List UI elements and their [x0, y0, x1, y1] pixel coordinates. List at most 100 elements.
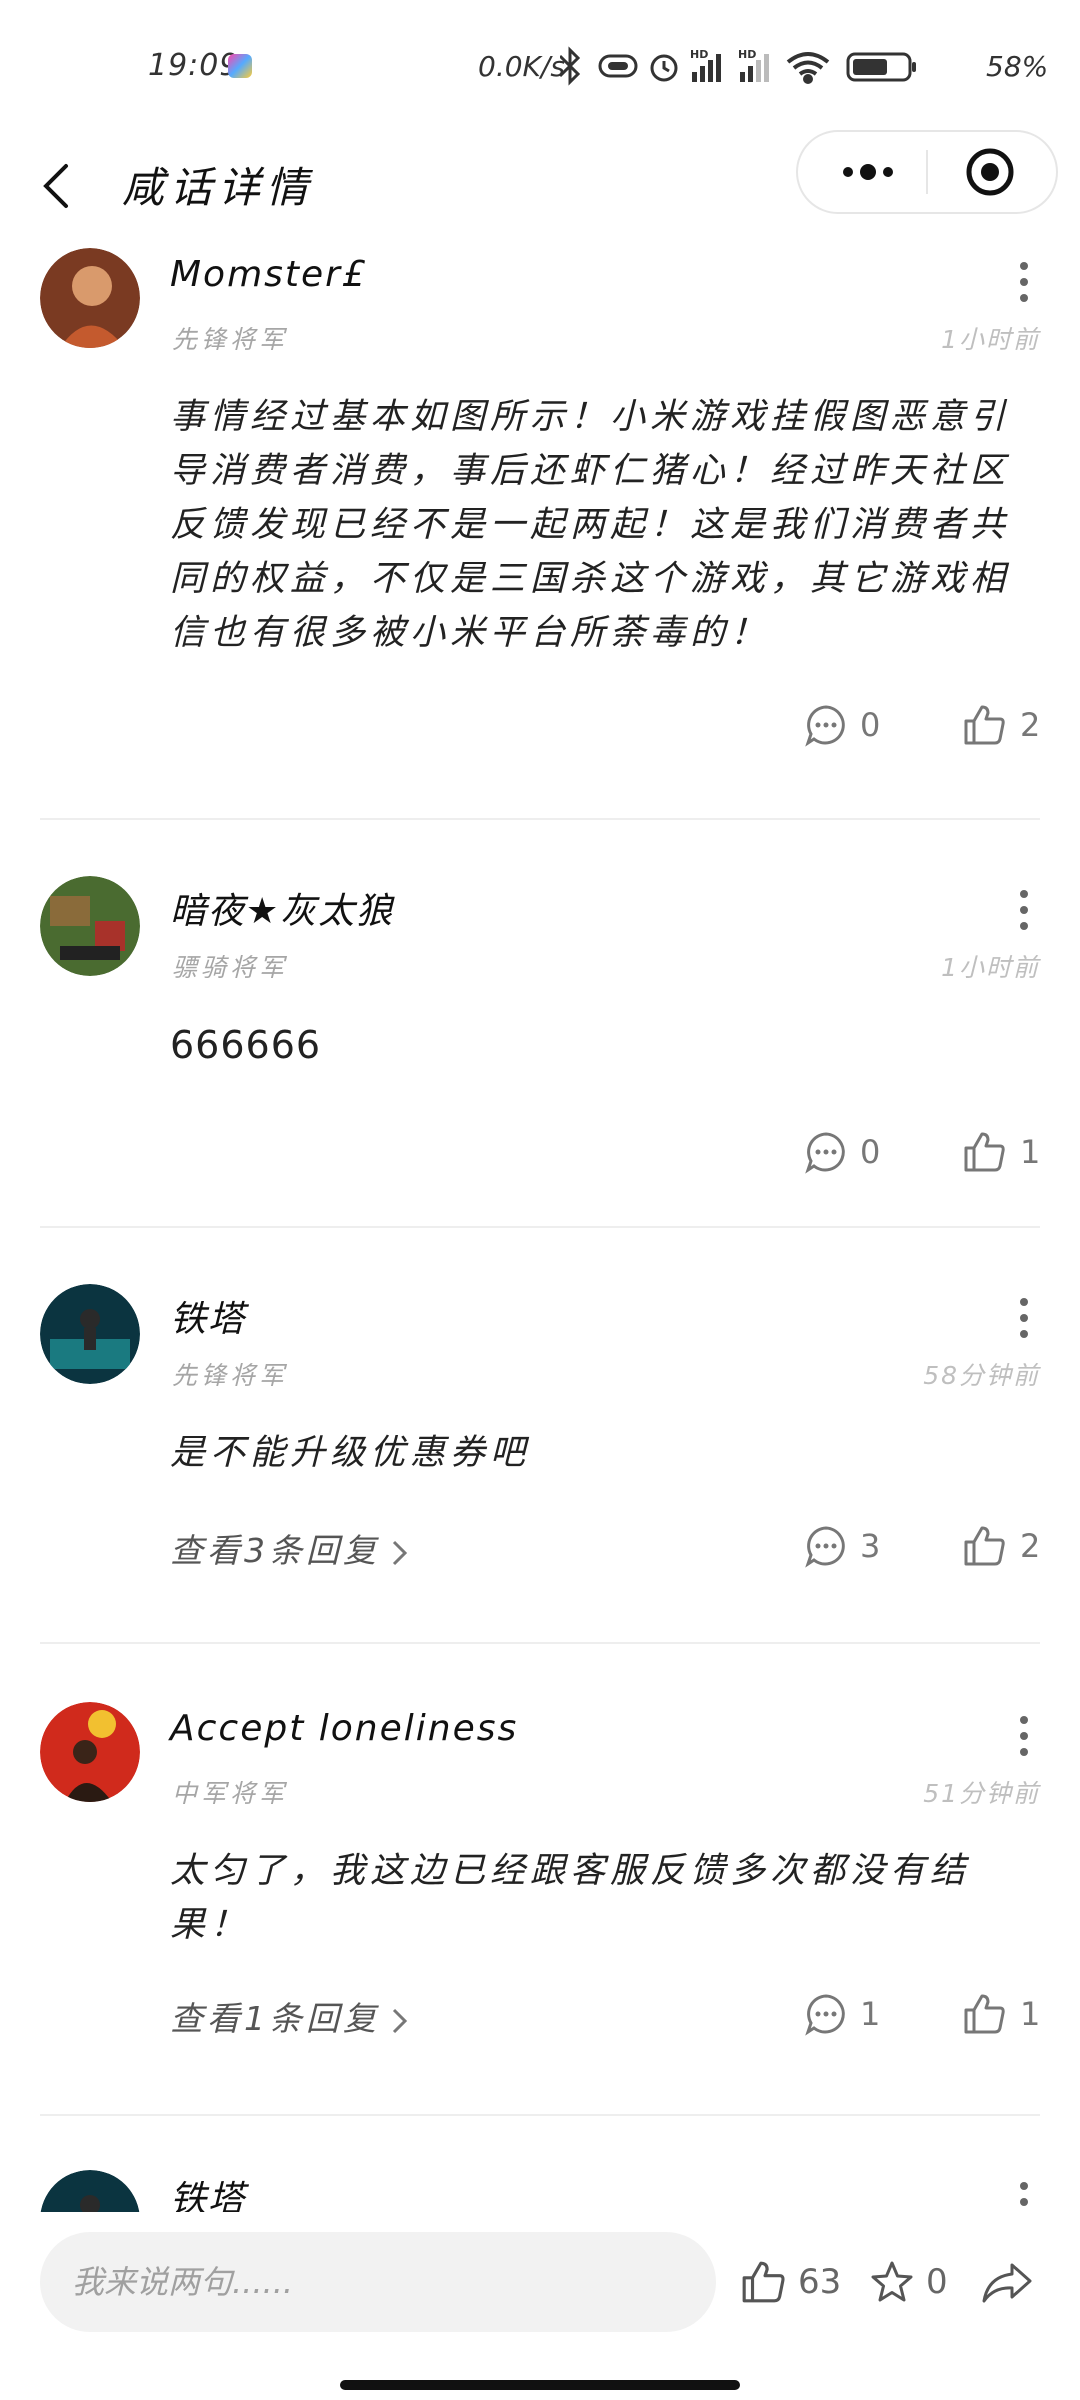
thumbs-up-icon: [964, 1132, 1005, 1172]
avatar[interactable]: [40, 2170, 140, 2212]
user-rank: 中军将军: [172, 1779, 289, 1808]
comment-time: 1小时前: [941, 953, 1040, 982]
vertical-dots-icon: [1020, 1716, 1028, 1756]
comment-item: 暗夜★灰太狼 骠骑将军 1小时前 666666 0 1: [0, 868, 1080, 1228]
comment-item: Momster£ 先锋将军 1小时前 事情经过基本如图所示！小米游戏挂假图恶意引…: [0, 240, 1080, 820]
username[interactable]: 铁塔: [170, 2170, 246, 2212]
capsule-divider: [926, 150, 928, 194]
comment-divider: [40, 1226, 1040, 1228]
wifi-icon: [786, 52, 830, 84]
comment-divider: [40, 818, 1040, 820]
thumbs-up-icon: [742, 2261, 785, 2303]
target-close-icon: [966, 148, 1014, 196]
favorite-count: 0: [926, 2262, 948, 2302]
thumbs-up-icon: [964, 705, 1005, 745]
comment-time: 1小时前: [941, 325, 1040, 354]
comment-input[interactable]: [40, 2232, 716, 2332]
like-button[interactable]: 1: [962, 1124, 1040, 1180]
comment-count: 3: [860, 1527, 881, 1565]
comment-bubble-icon: [805, 705, 845, 747]
miniprogram-capsule: [796, 130, 1058, 214]
like-count: 1: [1020, 1995, 1041, 2033]
view-replies-link[interactable]: 查看1条回复: [170, 1992, 410, 2040]
user-rank: 先锋将军: [172, 325, 289, 354]
battery-icon: [846, 52, 916, 82]
chevron-right-icon: [392, 2008, 408, 2033]
comment-reply-button[interactable]: 3: [804, 1518, 880, 1574]
avatar[interactable]: [40, 876, 140, 976]
comment-reply-button[interactable]: 1: [804, 1986, 880, 2042]
like-button[interactable]: 2: [962, 1518, 1040, 1574]
comment-content: 是不能升级优惠券吧: [170, 1433, 531, 1473]
status-time: 19:09: [148, 48, 240, 83]
comment-bubble-icon: [805, 1132, 845, 1174]
comment-more-button[interactable]: [996, 882, 1052, 938]
share-arrow-icon: [982, 2263, 1032, 2303]
status-icons: HD HD: [560, 46, 916, 86]
comment-content: 事情经过基本如图所示！小米游戏挂假图恶意引导消费者消费，事后还虾仁猪心！经过昨天…: [170, 397, 1011, 653]
comment-bubble-icon: [805, 1526, 845, 1568]
comment-item: Accept loneliness 中军将军 51分钟前 太匀了，我这边已经跟客…: [0, 1694, 1080, 2114]
comment-item: 铁塔: [0, 2166, 1080, 2212]
username[interactable]: Momster£: [170, 254, 367, 295]
avatar[interactable]: [40, 1284, 140, 1384]
user-rank: 先锋将军: [172, 1361, 289, 1390]
comment-more-button[interactable]: [996, 1290, 1052, 1346]
like-button[interactable]: 1: [962, 1986, 1040, 2042]
bluetooth-icon: [560, 46, 581, 86]
comment-bubble-icon: [805, 1994, 845, 2036]
user-rank: 骠骑将军: [172, 953, 289, 982]
avatar[interactable]: [40, 1702, 140, 1802]
network-speed: 0.0K/s: [478, 50, 565, 83]
app-notification-icon: [228, 54, 252, 78]
svg-text:HD: HD: [690, 48, 708, 61]
view-replies-link[interactable]: 查看3条回复: [170, 1524, 410, 1572]
comment-item: 铁塔 先锋将军 58分钟前 是不能升级优惠券吧 查看3条回复 3 2: [0, 1276, 1080, 1656]
comment-count: 1: [860, 1995, 881, 2033]
status-bar: 19:09 0.0K/s HD HD 58%: [0, 0, 1080, 130]
chevron-right-icon: [392, 1540, 408, 1565]
home-indicator[interactable]: [340, 2380, 740, 2390]
username[interactable]: 暗夜★灰太狼: [170, 882, 394, 934]
username[interactable]: 铁塔: [170, 1290, 246, 1342]
like-button[interactable]: 2: [962, 697, 1040, 753]
signal-hd-1-icon: HD: [690, 48, 721, 82]
star-icon: [871, 2261, 913, 2302]
post-like-count: 63: [798, 2262, 842, 2302]
chevron-left-icon: [43, 164, 68, 208]
post-like-button[interactable]: 63: [740, 2250, 841, 2314]
close-miniprogram-button[interactable]: [944, 132, 1040, 212]
vertical-dots-icon: [1020, 890, 1028, 930]
username[interactable]: Accept loneliness: [170, 1708, 518, 1749]
back-button[interactable]: [30, 144, 90, 224]
comment-count: 0: [860, 706, 881, 744]
comment-reply-button[interactable]: 0: [804, 1124, 880, 1180]
comment-count: 0: [860, 1133, 881, 1171]
view-replies-label: 查看3条回复: [170, 1531, 380, 1570]
view-replies-label: 查看1条回复: [170, 1999, 380, 2038]
comment-divider: [40, 1642, 1040, 1644]
comment-more-button[interactable]: [996, 254, 1052, 310]
comment-more-button[interactable]: [996, 2174, 1052, 2212]
more-options-button[interactable]: [818, 132, 918, 212]
battery-percent: 58%: [986, 50, 1049, 83]
comment-content: 666666: [170, 1023, 322, 1067]
navigation-bar: 咸话详情: [0, 130, 1080, 240]
alarm-icon: [650, 54, 678, 82]
svg-text:HD: HD: [738, 48, 756, 61]
more-dots-icon: [843, 164, 893, 180]
vertical-dots-icon: [1020, 2182, 1028, 2206]
comment-reply-button[interactable]: 0: [804, 697, 880, 753]
favorite-button[interactable]: 0: [868, 2250, 948, 2314]
vibrate-icon: [598, 54, 638, 78]
vertical-dots-icon: [1020, 1298, 1028, 1338]
thumbs-up-icon: [964, 1526, 1005, 1566]
vertical-dots-icon: [1020, 262, 1028, 302]
signal-hd-2-icon: HD: [738, 48, 769, 82]
like-count: 2: [1020, 706, 1041, 744]
avatar[interactable]: [40, 248, 140, 348]
comment-more-button[interactable]: [996, 1708, 1052, 1764]
share-button[interactable]: [980, 2250, 1034, 2314]
comment-content: 太匀了，我这边已经跟客服反馈多次都没有结果！: [170, 1851, 971, 1945]
comment-divider: [40, 2114, 1040, 2116]
